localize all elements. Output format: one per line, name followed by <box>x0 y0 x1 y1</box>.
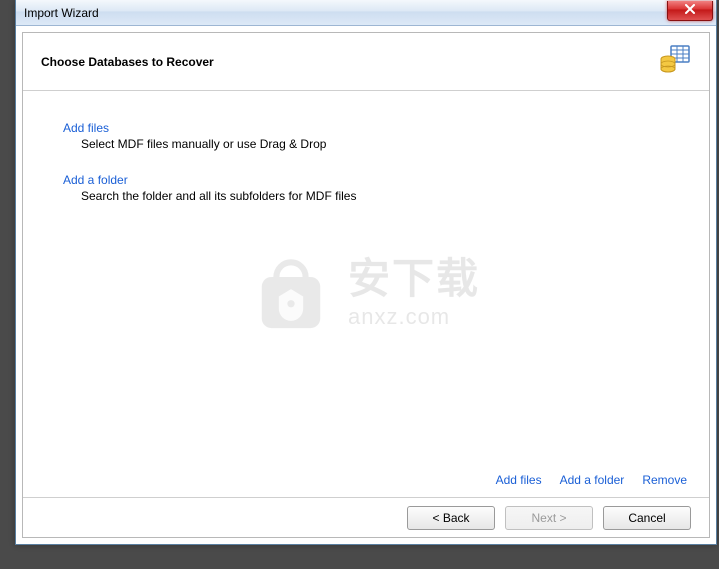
watermark: 安下载 anxz.com <box>252 255 480 333</box>
close-button[interactable] <box>667 1 713 21</box>
wizard-header: Choose Databases to Recover <box>23 33 709 91</box>
page-title: Choose Databases to Recover <box>41 55 214 69</box>
cancel-button[interactable]: Cancel <box>603 506 691 530</box>
action-links: Add files Add a folder Remove <box>496 473 687 487</box>
add-files-link[interactable]: Add files <box>63 121 109 135</box>
titlebar: Import Wizard <box>16 0 716 26</box>
next-button[interactable]: Next > <box>505 506 593 530</box>
window-title: Import Wizard <box>24 6 99 20</box>
add-folder-desc: Search the folder and all its subfolders… <box>81 189 669 203</box>
watermark-text-url: anxz.com <box>348 304 450 330</box>
action-remove[interactable]: Remove <box>642 473 687 487</box>
add-folder-link[interactable]: Add a folder <box>63 173 128 187</box>
dialog-body: Choose Databases to Recover Add <box>22 32 710 538</box>
watermark-icon <box>252 255 330 333</box>
back-button[interactable]: < Back <box>407 506 495 530</box>
option-add-files: Add files Select MDF files manually or u… <box>63 121 669 151</box>
action-add-folder[interactable]: Add a folder <box>560 473 625 487</box>
option-add-folder: Add a folder Search the folder and all i… <box>63 173 669 203</box>
add-files-desc: Select MDF files manually or use Drag & … <box>81 137 669 151</box>
content-area: Add files Select MDF files manually or u… <box>23 91 709 497</box>
watermark-text-cn: 安下载 <box>348 258 480 300</box>
wizard-window: Import Wizard Choose Databases to Recove… <box>15 0 717 545</box>
wizard-footer: < Back Next > Cancel <box>23 497 709 537</box>
close-icon <box>685 4 695 17</box>
action-add-files[interactable]: Add files <box>496 473 542 487</box>
database-icon <box>659 44 691 79</box>
